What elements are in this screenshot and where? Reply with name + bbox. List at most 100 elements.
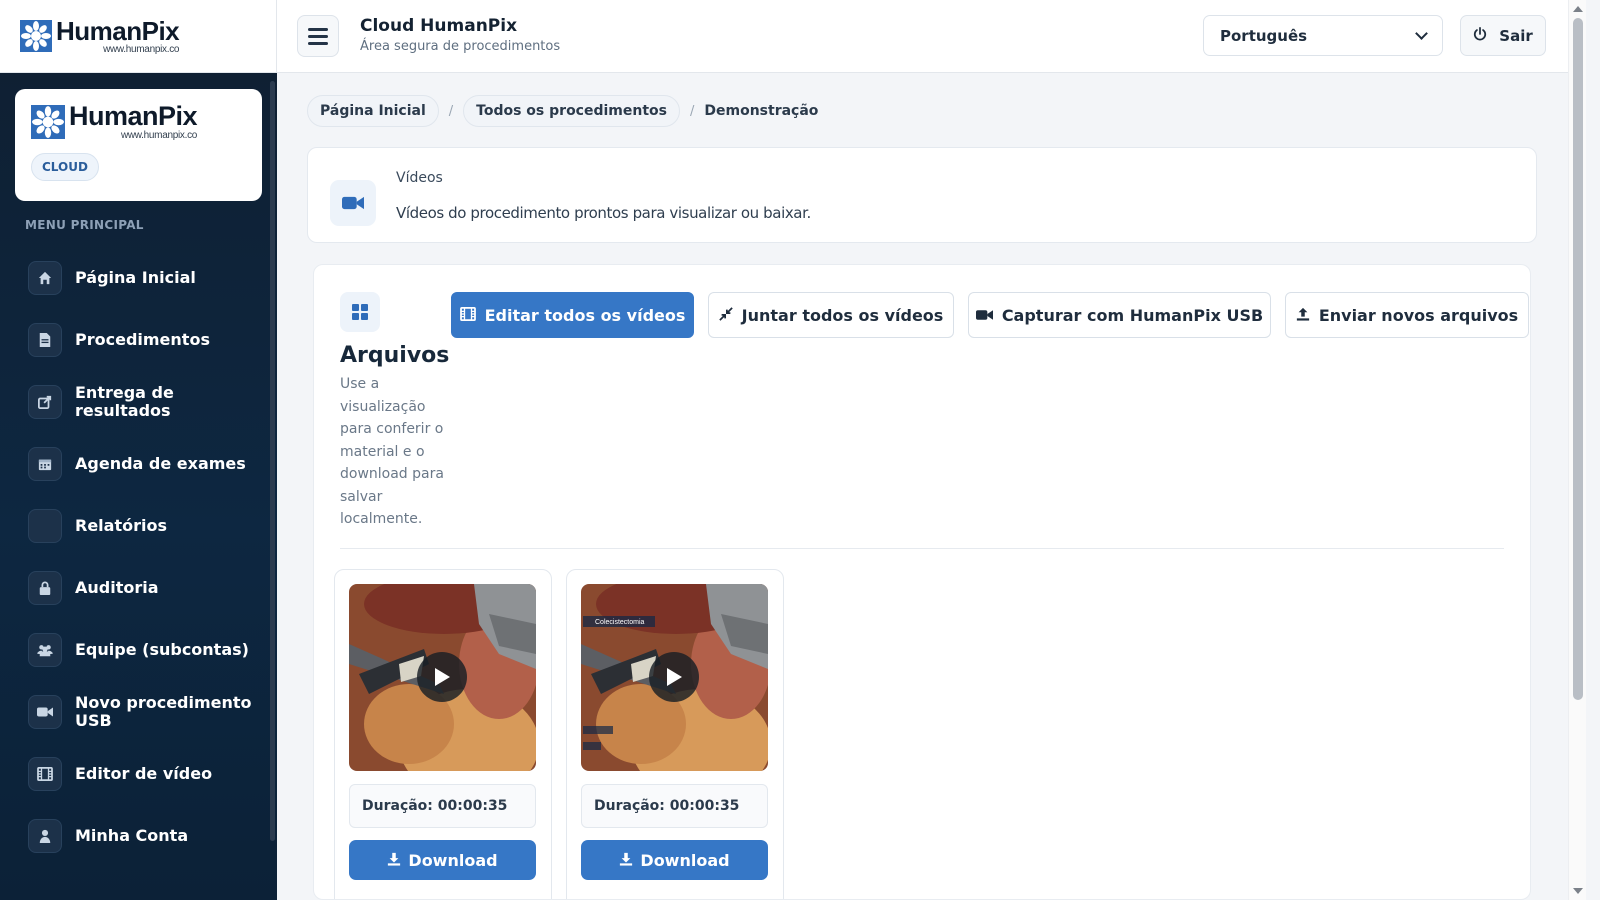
sidebar-item-video-editor[interactable]: Editor de vídeo: [28, 743, 268, 805]
breadcrumb-current: Demonstração: [704, 103, 819, 119]
download-label: Download: [408, 850, 498, 870]
sidebar-item-new-usb-procedure[interactable]: Novo procedimento USB: [28, 681, 268, 743]
logout-label: Sair: [1499, 26, 1533, 45]
files-title: Arquivos: [340, 343, 450, 368]
top-header: Cloud HumanPix Área segura de procedimen…: [277, 0, 1568, 73]
calendar-icon: [28, 447, 62, 481]
page-title: Cloud HumanPix: [360, 16, 518, 36]
video-duration: Duração: 00:00:35: [349, 784, 536, 828]
language-select[interactable]: Português: [1203, 15, 1443, 56]
video-thumbnail[interactable]: Colecistectomia: [581, 584, 768, 771]
sidebar-brand-card: HumanPix www.humanpix.co CLOUD: [15, 89, 262, 201]
sidebar-item-schedule[interactable]: Agenda de exames: [28, 433, 268, 495]
sidebar-item-label: Relatórios: [75, 516, 167, 535]
breadcrumb-separator: /: [448, 103, 454, 119]
sidebar-item-label: Editor de vídeo: [75, 764, 213, 783]
sidebar-item-home[interactable]: Página Inicial: [28, 247, 268, 309]
sidebar-item-label: Novo procedimento USB: [75, 693, 252, 730]
capture-usb-button[interactable]: Capturar com HumanPix USB: [968, 292, 1271, 338]
files-description: Use a visualização para conferir o mater…: [340, 376, 444, 527]
grid-icon: [340, 292, 380, 332]
download-icon: [619, 851, 633, 870]
sidebar-item-reports[interactable]: Relatórios: [28, 495, 268, 557]
film-icon: [28, 757, 62, 791]
logo[interactable]: HumanPix www.humanpix.co: [20, 15, 180, 55]
lock-icon: [28, 571, 62, 605]
merge-all-videos-button[interactable]: Juntar todos os vídeos: [708, 292, 954, 338]
home-icon: [28, 261, 62, 295]
sidebar-item-account[interactable]: Minha Conta: [28, 805, 268, 867]
scroll-up-arrow-icon[interactable]: [1573, 6, 1583, 12]
sidebar-item-audit[interactable]: Auditoria: [28, 557, 268, 619]
sidebar-logo: HumanPix www.humanpix.co: [31, 103, 246, 141]
logo-name: HumanPix: [69, 101, 198, 131]
scroll-down-arrow-icon[interactable]: [1573, 888, 1583, 894]
files-card: Arquivos Use a visualização para conferi…: [313, 264, 1531, 900]
videos-title: Vídeos: [396, 170, 443, 186]
sidebar-item-label: Página Inicial: [75, 268, 196, 287]
upload-files-label: Enviar novos arquivos: [1318, 305, 1519, 325]
breadcrumb-all-procedures[interactable]: Todos os procedimentos: [463, 95, 680, 127]
sidebar-item-label: Procedimentos: [75, 330, 210, 349]
language-value: Português: [1220, 26, 1308, 45]
users-icon: [28, 633, 62, 667]
video-card: Duração: 00:00:35 Download: [334, 569, 552, 899]
sidebar-item-label: Equipe (subcontas): [75, 640, 249, 659]
user-icon: [28, 819, 62, 853]
breadcrumb: Página Inicial / Todos os procedimentos …: [307, 95, 818, 127]
logo-mark-icon: [31, 105, 65, 139]
sidebar-item-label: Agenda de exames: [75, 454, 246, 473]
power-icon: [1473, 26, 1487, 45]
sidebar-item-label: Auditoria: [75, 578, 159, 597]
menu-heading: MENU PRINCIPAL: [25, 218, 144, 232]
sidebar-scrollbar[interactable]: [270, 81, 275, 841]
reports-icon: [28, 509, 62, 543]
upload-icon: [1296, 306, 1310, 325]
upload-files-button[interactable]: Enviar novos arquivos: [1285, 292, 1529, 338]
sidebar-menu: Página Inicial Procedimentos Entrega de …: [28, 247, 268, 867]
sidebar-item-label: Entrega de resultados: [75, 383, 174, 420]
download-icon: [387, 851, 401, 870]
page-scrollbar[interactable]: [1568, 0, 1586, 900]
chevron-down-icon: [1415, 26, 1428, 40]
scrollbar-thumb[interactable]: [1573, 18, 1583, 700]
video-overlay-label: Colecistectomia: [595, 619, 645, 626]
merge-all-videos-label: Juntar todos os vídeos: [741, 305, 944, 325]
logout-button[interactable]: Sair: [1460, 15, 1546, 56]
video-thumbnail[interactable]: [349, 584, 536, 771]
page-subtitle: Área segura de procedimentos: [360, 39, 561, 54]
download-button[interactable]: Download: [349, 840, 536, 880]
compress-icon: [718, 306, 733, 325]
sidebar-item-label: Minha Conta: [75, 826, 189, 845]
divider: [340, 548, 1504, 549]
film-icon: [459, 306, 476, 325]
play-button[interactable]: [649, 652, 699, 702]
video-camera-icon: [330, 180, 376, 226]
document-icon: [28, 323, 62, 357]
video-duration: Duração: 00:00:35: [581, 784, 768, 828]
logo-url: www.humanpix.co: [103, 43, 180, 55]
edit-all-videos-label: Editar todos os vídeos: [484, 305, 686, 325]
sidebar-item-results[interactable]: Entrega de resultados: [28, 371, 268, 433]
share-icon: [28, 385, 62, 419]
logo-mark-icon: [20, 20, 52, 52]
menu-toggle-button[interactable]: [297, 15, 339, 57]
play-button[interactable]: [417, 652, 467, 702]
edit-all-videos-button[interactable]: Editar todos os vídeos: [451, 292, 694, 338]
videos-description: Vídeos do procedimento prontos para visu…: [396, 204, 811, 222]
hamburger-icon: [308, 27, 328, 31]
sidebar-item-procedures[interactable]: Procedimentos: [28, 309, 268, 371]
logo-url: www.humanpix.co: [120, 130, 198, 141]
breadcrumb-home[interactable]: Página Inicial: [307, 95, 439, 127]
brand-header: HumanPix www.humanpix.co: [0, 0, 277, 73]
video-card: Colecistectomia Duração: 00:00:35 Downlo…: [566, 569, 784, 899]
logo-name: HumanPix: [56, 15, 180, 46]
download-label: Download: [640, 850, 730, 870]
sidebar: HumanPix www.humanpix.co CLOUD MENU PRIN…: [0, 73, 277, 900]
video-camera-icon: [975, 306, 993, 325]
download-button[interactable]: Download: [581, 840, 768, 880]
breadcrumb-separator: /: [690, 103, 695, 119]
video-camera-icon: [28, 695, 62, 729]
cloud-badge: CLOUD: [31, 153, 99, 181]
sidebar-item-team[interactable]: Equipe (subcontas): [28, 619, 268, 681]
